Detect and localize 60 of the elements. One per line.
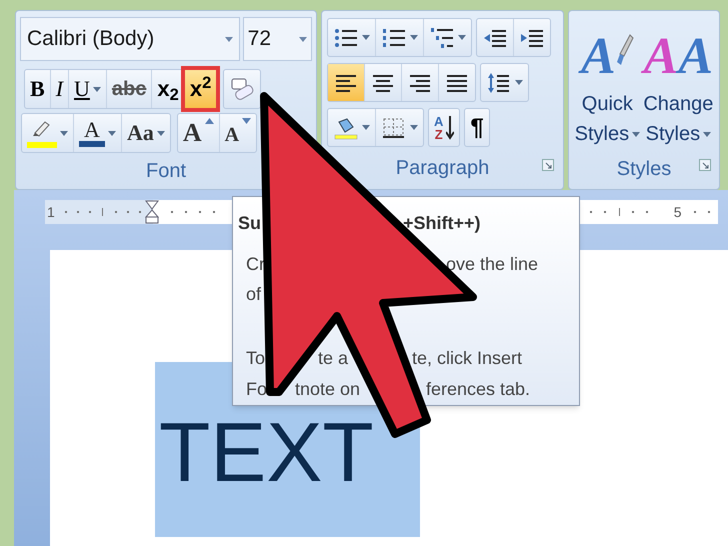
dialog-launcher-icon[interactable] (699, 159, 711, 171)
tooltip-title: +Shift++) (403, 214, 481, 232)
tooltip-title: Su (238, 214, 262, 232)
document-text: TEXT (159, 410, 374, 494)
eraser-icon (229, 77, 256, 101)
tooltip-text: of (246, 285, 262, 303)
caret-icon (410, 35, 418, 40)
shrink-font-button[interactable]: A (220, 114, 256, 152)
show-formatting-button[interactable]: ¶ (465, 109, 489, 146)
change-styles-button[interactable]: AA Change Styles (643, 17, 714, 149)
quick-styles-button[interactable]: A Quick Styles (574, 17, 640, 149)
strikethrough-button[interactable]: abc (106, 70, 152, 108)
tooltip-text: To (246, 349, 266, 367)
ruler-number: 5 (674, 202, 682, 222)
multilevel-list-icon (429, 26, 455, 50)
group-label: Styles (616, 157, 672, 182)
caret-icon (410, 125, 418, 130)
tooltip-text: Fo (246, 380, 268, 398)
superscript-button[interactable]: x$^{2}$ (184, 70, 216, 108)
tooltip-text: tnote on (295, 380, 360, 398)
font-color-button[interactable]: A (74, 114, 122, 152)
tooltip-text: ove the line (446, 255, 538, 273)
caret-icon (632, 132, 640, 136)
tooltip-text: te a (318, 349, 348, 367)
sort-button[interactable]: A Z (429, 109, 460, 146)
caret-icon (108, 130, 116, 136)
underline-button[interactable]: U (69, 70, 107, 108)
down-triangle-icon (242, 118, 252, 124)
align-left-button[interactable] (328, 64, 365, 101)
caret-icon (224, 36, 233, 42)
line-spacing-icon (486, 70, 512, 94)
ruler-ticks-drawing (590, 208, 648, 216)
borders-icon (381, 116, 407, 140)
italic-button[interactable]: I (50, 70, 70, 108)
font-name-field[interactable]: Calibri (Body) (20, 17, 240, 61)
down-arrow-icon (446, 116, 454, 140)
caret-icon (60, 130, 68, 136)
tooltip-text: te, click Insert (412, 349, 522, 367)
caret-icon (515, 80, 523, 85)
group-label: Paragraph (396, 156, 490, 181)
caret-icon (362, 35, 370, 40)
bold-button[interactable]: B (25, 70, 51, 108)
caret-icon (458, 35, 466, 40)
caret-icon (299, 36, 307, 42)
grow-font-button[interactable]: A (178, 114, 220, 152)
change-case-button[interactable]: Aa (122, 114, 170, 152)
font-size-field[interactable]: 72 (242, 17, 312, 61)
tooltip-text: ferences tab. (426, 380, 530, 398)
caret-icon (156, 130, 165, 136)
paint-bucket-icon (333, 116, 359, 140)
dialog-launcher-icon[interactable] (542, 159, 554, 171)
indent-marker-icon[interactable] (144, 200, 159, 224)
up-triangle-icon (204, 118, 214, 124)
group-label: Font (146, 159, 186, 184)
ruler-number: 1 (47, 202, 55, 222)
tooltip-text: Cr (246, 255, 265, 273)
paintbrush-icon (616, 33, 634, 67)
caret-icon (703, 132, 712, 136)
caret-icon (92, 86, 101, 92)
caret-icon (362, 125, 370, 130)
